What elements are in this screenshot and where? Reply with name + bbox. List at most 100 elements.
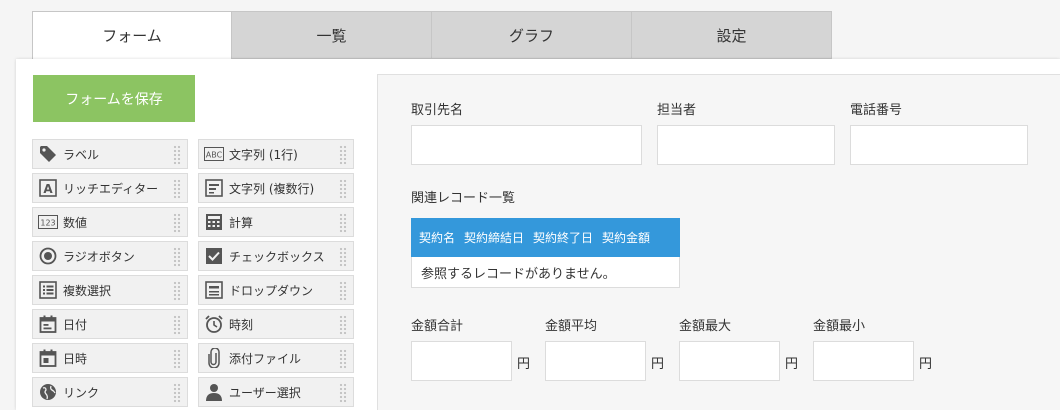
amount-max-input[interactable] [679,341,780,381]
palette-item-text: 数値 [63,215,88,230]
drag-handle-icon[interactable] [173,213,181,233]
radio-button-icon [37,245,59,267]
amount-min-input[interactable] [813,341,914,381]
save-form-button[interactable]: フォームを保存 [33,75,195,122]
palette-item-multi-select[interactable]: 複数選択 [32,275,188,305]
palette-item-text: ラベル [63,147,100,162]
amount-max-label: 金額最大 [679,319,732,334]
column-header: 契約終了日 [533,231,594,245]
palette-item-rich-editor[interactable]: A リッチエディター [32,173,188,203]
globe-icon [37,381,59,403]
palette-item-link[interactable]: リンク [32,377,188,407]
drag-handle-icon[interactable] [339,281,347,301]
multiline-text-icon [203,177,225,199]
column-header: 契約金額 [602,231,651,245]
dropdown-icon [203,279,225,301]
phone-number-input[interactable] [850,125,1028,165]
palette-item-text: ラジオボタン [63,249,135,264]
client-name-label: 取引先名 [411,103,464,118]
drag-handle-icon[interactable] [339,145,347,165]
abc-text-icon: ABC [203,143,225,165]
related-records-table[interactable]: 契約名 契約締結日 契約終了日 契約金額 参照するレコードがありません。 [411,218,680,288]
drag-handle-icon[interactable] [339,213,347,233]
tab-form[interactable]: フォーム [32,11,232,60]
person-in-charge-label: 担当者 [657,103,697,118]
paperclip-icon [203,347,225,369]
drag-handle-icon[interactable] [173,349,181,369]
form-editor-panel: フォームを保存 ラベル ABC 文字列 (1行) A リッチエディター 文字列 … [16,59,1060,410]
palette-item-text: 添付ファイル [229,351,302,366]
palette-item-date[interactable]: 日付 [32,309,188,339]
amount-max-unit: 円 [785,357,799,372]
drag-handle-icon[interactable] [173,383,181,403]
amount-min-label: 金額最小 [813,319,866,334]
calculator-icon [203,211,225,233]
palette-item-text: チェックボックス [229,249,325,264]
palette-item-multi-line-text[interactable]: 文字列 (複数行) [198,173,354,203]
drag-handle-icon[interactable] [339,349,347,369]
amount-total-input[interactable] [411,341,512,381]
palette-item-dropdown[interactable]: ドロップダウン [198,275,354,305]
palette-item-calculation[interactable]: 計算 [198,207,354,237]
palette-item-attachment[interactable]: 添付ファイル [198,343,354,373]
form-layout-canvas[interactable]: 取引先名 担当者 電話番号 関連レコード一覧 契約名 契約締結日 契約終了日 契… [377,74,1060,410]
palette-item-user-select[interactable]: ユーザー選択 [198,377,354,407]
tab-list[interactable]: 一覧 [232,11,432,59]
checkbox-icon [203,245,225,267]
drag-handle-icon[interactable] [339,383,347,403]
drag-handle-icon[interactable] [173,281,181,301]
related-records-empty-message: 参照するレコードがありません。 [411,257,680,288]
palette-item-time[interactable]: 時刻 [198,309,354,339]
tag-icon [37,143,59,165]
drag-handle-icon[interactable] [173,179,181,199]
palette-item-text: リンク [63,385,100,400]
column-header: 契約締結日 [464,231,525,245]
palette-item-text: 日付 [63,317,88,332]
palette-item-text: 複数選択 [63,283,112,298]
drag-handle-icon[interactable] [173,315,181,335]
drag-handle-icon[interactable] [339,315,347,335]
phone-number-label: 電話番号 [850,103,903,118]
palette-item-text: リッチエディター [63,181,159,196]
palette-item-datetime[interactable]: 日時 [32,343,188,373]
rich-text-icon: A [37,177,59,199]
amount-average-input[interactable] [545,341,646,381]
tab-bar: フォーム 一覧 グラフ 設定 [32,11,832,60]
column-header: 契約名 [419,231,456,245]
amount-total-unit: 円 [517,357,531,372]
datetime-icon [37,347,59,369]
drag-handle-icon[interactable] [173,145,181,165]
user-icon [203,381,225,403]
multi-select-icon [37,279,59,301]
palette-item-label[interactable]: ラベル [32,139,188,169]
client-name-input[interactable] [411,125,642,165]
palette-item-text: 文字列 (1行) [229,147,298,162]
svg-text:ABC: ABC [206,151,223,160]
person-in-charge-input[interactable] [657,125,835,165]
palette-item-text: 計算 [229,215,254,230]
drag-handle-icon[interactable] [339,247,347,267]
amount-min-unit: 円 [919,357,933,372]
drag-handle-icon[interactable] [339,179,347,199]
palette-item-number[interactable]: 123 数値 [32,207,188,237]
amount-total-label: 金額合計 [411,319,464,334]
date-icon [37,313,59,335]
clock-icon [203,313,225,335]
number-icon: 123 [37,211,59,233]
drag-handle-icon[interactable] [173,247,181,267]
palette-item-checkbox[interactable]: チェックボックス [198,241,354,271]
svg-text:123: 123 [40,219,55,228]
tab-graph[interactable]: グラフ [432,11,632,59]
tab-settings[interactable]: 設定 [632,11,832,59]
palette-item-radio-button[interactable]: ラジオボタン [32,241,188,271]
palette-item-text: ユーザー選択 [229,385,301,400]
amount-average-unit: 円 [651,357,665,372]
amount-average-label: 金額平均 [545,319,598,334]
palette-item-text: ドロップダウン [229,283,314,298]
svg-text:A: A [43,182,53,196]
palette-item-text: 文字列 (複数行) [229,181,315,196]
palette-item-text: 時刻 [229,317,254,332]
related-records-header: 契約名 契約締結日 契約終了日 契約金額 [411,218,680,257]
palette-item-single-line-text[interactable]: ABC 文字列 (1行) [198,139,354,169]
palette-item-text: 日時 [63,351,88,366]
